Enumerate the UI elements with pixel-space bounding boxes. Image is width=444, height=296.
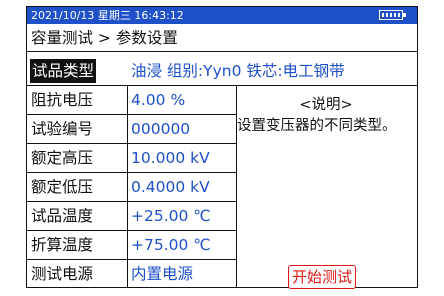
test-no-label: 试验编号 <box>31 120 94 138</box>
datetime-text: 2021/10/13 星期三 16:43:12 <box>31 9 184 22</box>
sample-temp-label: 试品温度 <box>31 207 94 225</box>
test-no-value[interactable]: 000000 <box>131 115 190 143</box>
row-rated-low[interactable]: 额定低压 0.4000 kV <box>27 173 417 201</box>
power-label: 测试电源 <box>31 265 94 283</box>
row-conv-temp[interactable]: 折算温度 +75.00 ℃ <box>27 231 417 259</box>
power-value[interactable]: 内置电源 <box>131 260 193 288</box>
row-power[interactable]: 测试电源 内置电源 <box>27 260 417 288</box>
row-sample-temp[interactable]: 试品温度 +25.00 ℃ <box>27 202 417 230</box>
impedance-value[interactable]: 4.00 % <box>131 86 185 114</box>
sample-temp-value[interactable]: +25.00 ℃ <box>131 202 211 230</box>
param-table: 试品类型 油浸 组别:Yyn0 铁芯:电工钢带 阻抗电压 4.00 % 试验编号… <box>27 57 417 287</box>
device-screen: 2021/10/13 星期三 16:43:12 容量测试 > 参数设置 试品类型… <box>26 6 418 289</box>
rated-low-label: 额定低压 <box>31 178 94 196</box>
grid-vline-label <box>127 85 128 287</box>
breadcrumb: 容量测试 > 参数设置 <box>31 29 178 47</box>
status-bar: 2021/10/13 星期三 16:43:12 <box>27 7 417 24</box>
grid-line-top <box>27 85 417 86</box>
battery-level <box>382 13 400 17</box>
conv-temp-value[interactable]: +75.00 ℃ <box>131 231 211 259</box>
battery-icon <box>379 10 406 20</box>
header-divider <box>27 51 417 52</box>
row-sample-type[interactable]: 试品类型 油浸 组别:Yyn0 铁芯:电工钢带 <box>27 57 417 85</box>
conv-temp-label: 折算温度 <box>31 236 94 254</box>
info-title: <说明> <box>299 97 353 113</box>
sample-type-value[interactable]: 油浸 组别:Yyn0 铁芯:电工钢带 <box>131 57 345 85</box>
row-rated-high[interactable]: 额定高压 10.000 kV <box>27 144 417 172</box>
rated-high-value[interactable]: 10.000 kV <box>131 144 210 172</box>
info-text: 设置变压器的不同类型。 <box>237 118 397 134</box>
battery-tip <box>403 13 406 17</box>
info-panel: <说明> 设置变压器的不同类型。 <box>237 95 415 137</box>
rated-low-value[interactable]: 0.4000 kV <box>131 173 210 201</box>
sample-type-label[interactable]: 试品类型 <box>30 59 97 83</box>
rated-high-label: 额定高压 <box>31 149 94 167</box>
start-test-button[interactable]: 开始测试 <box>288 265 357 289</box>
impedance-label: 阻抗电压 <box>31 91 94 109</box>
